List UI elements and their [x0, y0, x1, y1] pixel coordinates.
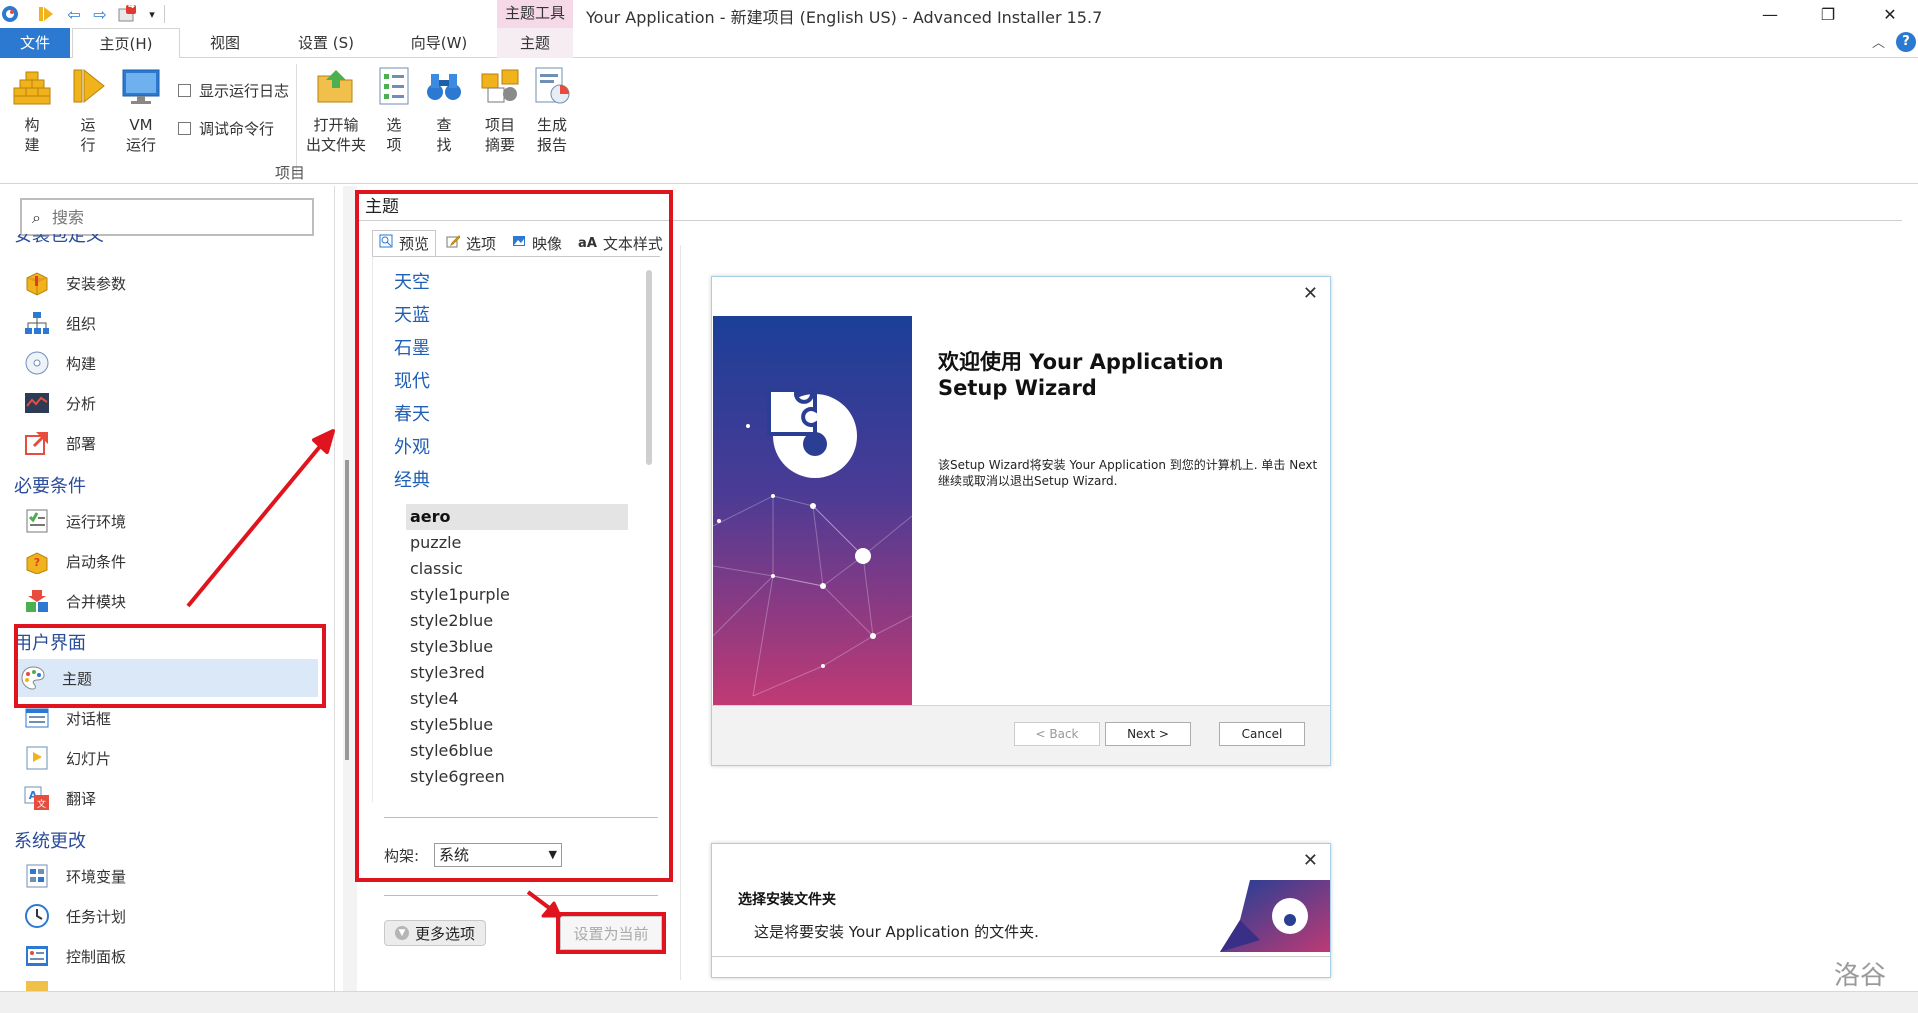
welcome-heading: 欢迎使用 Your Application Setup Wizard [938, 349, 1298, 401]
watermark: 洛谷 [1834, 961, 1887, 991]
welcome-description: 该Setup Wizard将安装 Your Application 到您的计算机… [938, 458, 1318, 488]
welcome-line2: Setup Wizard [938, 376, 1097, 400]
close-icon: ✕ [1302, 283, 1318, 304]
main-scrollbar[interactable] [1902, 186, 1918, 991]
back-button: < Back [1014, 722, 1100, 746]
next-button: Next > [1105, 722, 1191, 746]
folder-dialog-description: 这是将要安装 Your Application 的文件夹. [754, 923, 1039, 941]
wizard-banner-image [713, 316, 912, 705]
welcome-line1: 欢迎使用 Your Application [938, 350, 1224, 374]
close-icon: ✕ [1302, 850, 1318, 871]
cancel-button: Cancel [1219, 722, 1305, 746]
status-bar [0, 991, 1918, 1013]
folder-dialog-banner-image [1220, 880, 1330, 952]
preview-welcome-dialog: ✕ 欢迎使用 Your Application Setup Wizard 该Se… [711, 276, 1331, 766]
folder-dialog-title: 选择安装文件夹 [738, 892, 836, 908]
preview-folder-dialog: ✕ 选择安装文件夹 这是将要安装 Your Application 的文件夹. [711, 843, 1331, 978]
dialog-divider [712, 956, 1330, 957]
